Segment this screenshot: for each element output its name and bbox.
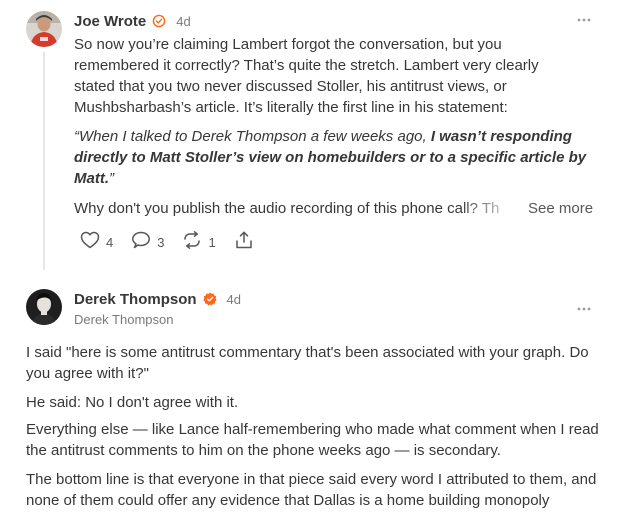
comment-paragraph: Everything else — like Lance half-rememb…	[26, 421, 599, 459]
author-name[interactable]: Joe Wrote	[74, 13, 146, 30]
quote-block: “When I talked to Derek Thompson a few w…	[74, 126, 594, 189]
comment-body: So now you’re claiming Lambert forgot th…	[74, 36, 539, 116]
heart-icon	[80, 231, 100, 254]
timestamp[interactable]: 4d	[227, 292, 241, 307]
see-more-link[interactable]: See more	[528, 198, 593, 219]
author-name[interactable]: Derek Thompson	[74, 291, 197, 308]
avatar-derek[interactable]	[26, 289, 62, 325]
like-button[interactable]: 4	[80, 231, 113, 254]
thread-line	[43, 52, 45, 270]
ellipsis-icon[interactable]	[576, 12, 592, 28]
restack-count: 1	[208, 234, 216, 250]
reply-count: 3	[157, 234, 165, 250]
person-icon	[26, 289, 62, 325]
truncated-text: Why don't you publish the audio recordin…	[74, 200, 500, 217]
verified-outline-icon	[152, 14, 166, 28]
share-icon	[234, 231, 254, 254]
quote-end: ”	[109, 170, 114, 187]
avatar-joe[interactable]	[26, 11, 62, 47]
comment-header: Joe Wrote 4d	[74, 11, 191, 31]
author-subtitle: Derek Thompson	[74, 312, 174, 327]
ellipsis-icon[interactable]	[576, 301, 592, 317]
share-button[interactable]	[234, 231, 254, 254]
comment-bubble-icon	[131, 231, 151, 254]
comment-paragraph: The bottom line is that everyone in that…	[26, 471, 597, 509]
verified-filled-icon	[202, 292, 217, 306]
restack-button[interactable]: 1	[182, 230, 216, 254]
comment-header: Derek Thompson 4d	[74, 289, 241, 309]
quote-plain: “When I talked to Derek Thompson a few w…	[74, 128, 431, 145]
timestamp[interactable]: 4d	[176, 14, 190, 29]
restack-icon	[182, 230, 202, 254]
reply-button[interactable]: 3	[131, 231, 164, 254]
person-icon	[26, 11, 62, 47]
comment-paragraph: I said "here is some antitrust commentar…	[26, 344, 589, 382]
comment-paragraph: He said: No I don't agree with it.	[26, 394, 239, 411]
comment-actions: 4 3 1	[80, 230, 272, 254]
like-count: 4	[106, 234, 114, 250]
